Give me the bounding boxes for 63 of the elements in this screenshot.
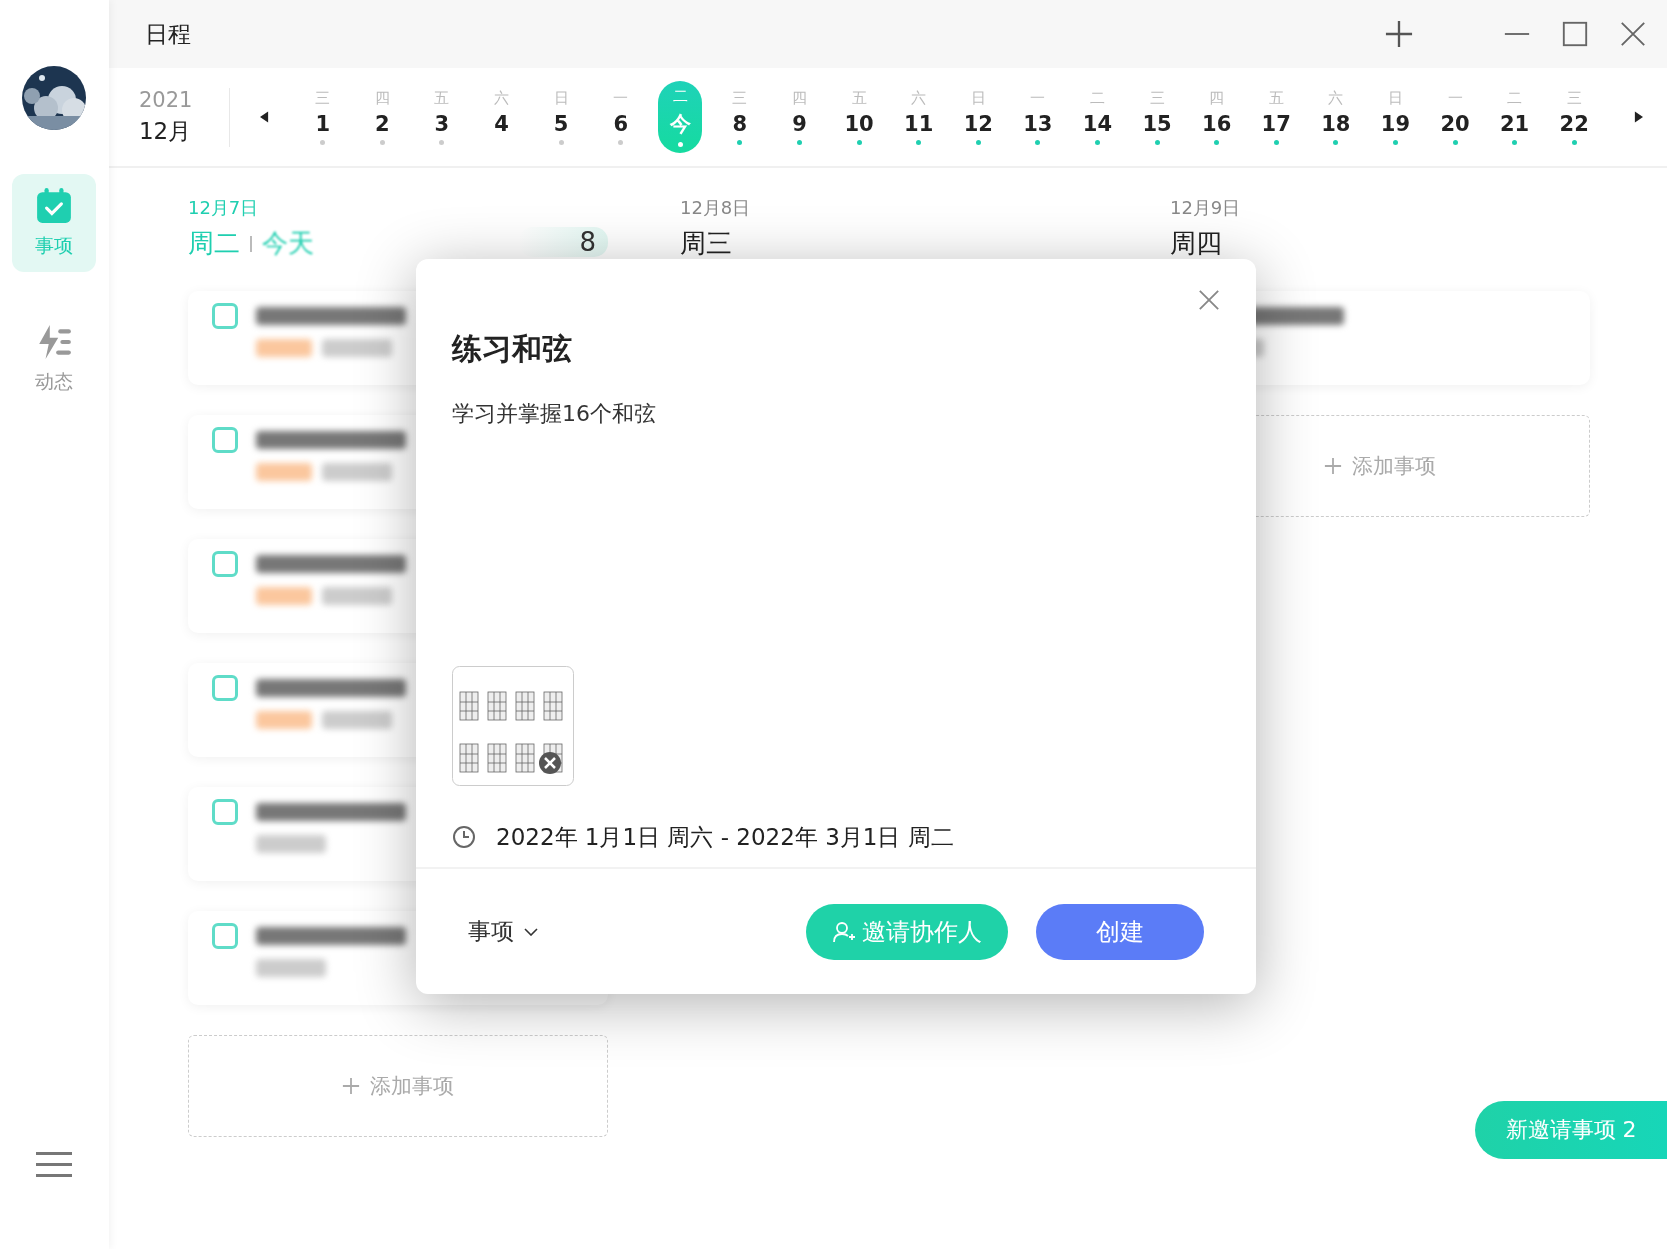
date-item[interactable]: 三 15 [1127, 81, 1187, 153]
today-label: 今天 [261, 227, 314, 260]
blurred-bar [321, 339, 392, 357]
calendar-check-icon [35, 187, 74, 225]
close-icon[interactable] [1619, 20, 1647, 48]
add-icon[interactable] [1385, 20, 1413, 48]
dialog-title: 练习和弦 [452, 330, 573, 368]
window-title: 日程 [144, 19, 191, 49]
task-checkbox[interactable] [211, 303, 238, 329]
task-checkbox[interactable] [211, 923, 238, 949]
column-date: 12月9日 [1169, 196, 1241, 220]
year-label: 2021 [138, 87, 194, 112]
plus-icon [341, 1077, 360, 1095]
date-item[interactable]: 六 11 [888, 81, 949, 153]
date-item[interactable]: 三 22 [1544, 81, 1604, 153]
date-item[interactable]: 四 9 [769, 81, 830, 153]
date-item[interactable]: 日 12 [948, 81, 1009, 153]
menu-icon[interactable] [36, 1151, 73, 1179]
type-dropdown[interactable]: 事项 [468, 916, 538, 947]
blurred-bar [321, 711, 392, 729]
date-item[interactable]: 三 1 [292, 81, 353, 153]
column-date: 12月8日 [679, 196, 751, 220]
next-icon[interactable] [1634, 111, 1643, 123]
blurred-tag [255, 463, 312, 481]
date-item[interactable]: 四 16 [1186, 81, 1247, 153]
maximize-icon[interactable] [1561, 20, 1589, 48]
create-button[interactable]: 创建 [1036, 903, 1204, 960]
blurred-tag [255, 711, 312, 729]
date-item[interactable]: 六 18 [1306, 81, 1366, 153]
blurred-bar [255, 959, 326, 977]
dialog-description: 学习并掌握16个和弦 [452, 400, 657, 428]
task-checkbox[interactable] [211, 675, 238, 701]
date-item[interactable]: 二 14 [1067, 81, 1128, 153]
chevron-down-icon [524, 927, 538, 936]
plus-icon [1323, 457, 1342, 475]
column-date: 12月7日 [187, 196, 260, 220]
month-label: 12月 [138, 116, 193, 146]
task-checkbox[interactable] [211, 799, 238, 825]
blurred-bar [255, 835, 326, 853]
date-item[interactable]: 二 21 [1484, 81, 1545, 153]
date-item[interactable]: 三 8 [710, 81, 770, 153]
date-item[interactable]: 五 17 [1246, 81, 1307, 153]
blurred-bar [321, 463, 392, 481]
task-checkbox[interactable] [211, 551, 238, 577]
date-item[interactable]: 日 19 [1365, 81, 1426, 153]
date-item[interactable]: 日 5 [531, 81, 591, 153]
date-item[interactable]: 五 3 [412, 81, 472, 153]
task-checkbox[interactable] [211, 427, 238, 453]
close-icon[interactable] [1198, 289, 1220, 311]
remove-icon[interactable] [539, 752, 561, 774]
blurred-tag [255, 587, 312, 605]
date-item[interactable]: 六 4 [471, 81, 532, 153]
clock-icon [452, 825, 476, 849]
previous-icon[interactable] [259, 111, 269, 123]
column-weekday: 周二 [187, 227, 240, 260]
column-weekday: 周三 [679, 227, 732, 260]
column-weekday: 周四 [1169, 227, 1222, 260]
add-person-icon [832, 919, 856, 944]
date-item[interactable]: 五 10 [829, 81, 889, 153]
date-item[interactable]: 四 2 [352, 81, 413, 153]
date-range: 2022年 1月1日 周六 - 2022年 3月1日 周二 [496, 822, 954, 852]
blurred-bar [321, 587, 392, 605]
blurred-tag [255, 339, 312, 357]
